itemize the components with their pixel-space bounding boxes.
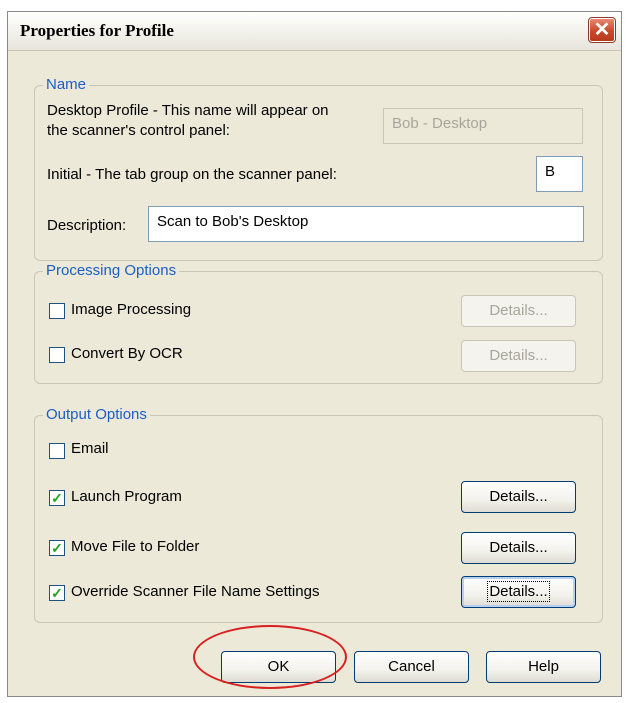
- description-label: Description:: [47, 217, 127, 234]
- output-group-legend: Output Options: [43, 406, 150, 423]
- desktop-profile-label-line1: Desktop Profile - This name will appear …: [47, 102, 329, 119]
- email-label: Email: [71, 440, 109, 457]
- initial-label: Initial - The tab group on the scanner p…: [47, 166, 337, 183]
- convert-ocr-details-button[interactable]: Details...: [461, 340, 576, 372]
- description-field[interactable]: Scan to Bob's Desktop: [148, 206, 584, 242]
- image-processing-checkbox[interactable]: [49, 303, 65, 319]
- cancel-button[interactable]: Cancel: [354, 651, 469, 683]
- name-group-legend: Name: [43, 76, 90, 93]
- move-file-label: Move File to Folder: [71, 538, 200, 555]
- properties-dialog: Properties for Profile ✕ Name Desktop Pr…: [7, 11, 622, 697]
- help-button[interactable]: Help: [486, 651, 601, 683]
- desktop-profile-label-line2: the scanner's control panel:: [47, 122, 230, 139]
- move-file-details-button[interactable]: Details...: [461, 532, 576, 564]
- launch-program-details-button[interactable]: Details...: [461, 481, 576, 513]
- title-bar: Properties for Profile ✕: [8, 12, 621, 51]
- email-checkbox[interactable]: [49, 443, 65, 459]
- window-title: Properties for Profile: [20, 21, 174, 40]
- override-name-details-button[interactable]: Details...: [461, 576, 576, 608]
- highlight-ellipse: [193, 625, 347, 689]
- override-name-label: Override Scanner File Name Settings: [71, 583, 320, 600]
- convert-ocr-checkbox[interactable]: [49, 347, 65, 363]
- image-processing-label: Image Processing: [71, 301, 192, 318]
- move-file-checkbox[interactable]: ✓: [49, 540, 65, 556]
- convert-ocr-label: Convert By OCR: [71, 345, 183, 362]
- override-name-checkbox[interactable]: ✓: [49, 585, 65, 601]
- desktop-profile-field: Bob - Desktop: [383, 108, 583, 144]
- initial-field[interactable]: B: [536, 156, 583, 192]
- close-button[interactable]: ✕: [588, 17, 616, 43]
- processing-group-legend: Processing Options: [43, 262, 180, 279]
- image-processing-details-button[interactable]: Details...: [461, 295, 576, 327]
- launch-program-label: Launch Program: [71, 488, 182, 505]
- launch-program-checkbox[interactable]: ✓: [49, 490, 65, 506]
